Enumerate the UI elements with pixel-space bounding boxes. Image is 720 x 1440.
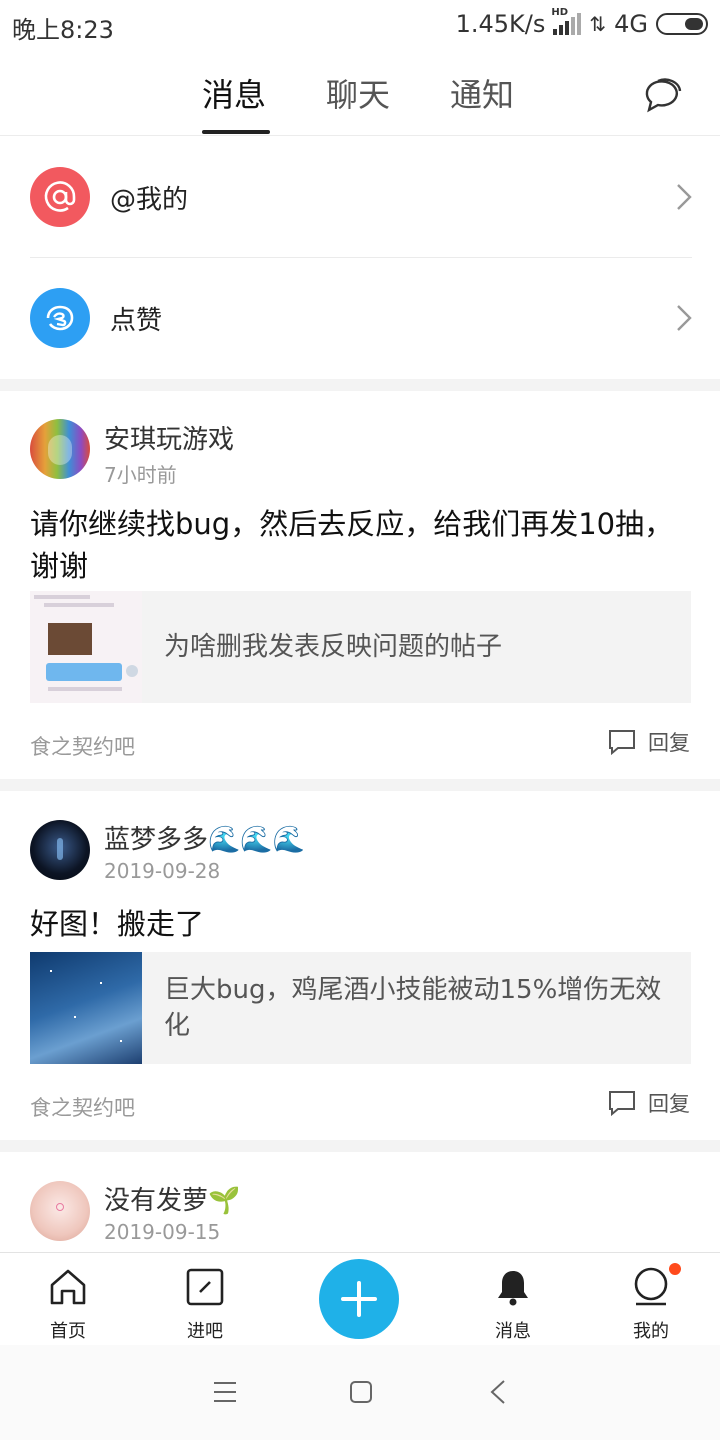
quoted-post[interactable]: 巨大bug，鸡尾酒小技能被动15%增伤无效化 [30,952,691,1064]
reply-button[interactable]: 回复 [608,1088,690,1118]
nav-messages[interactable]: 消息 [463,1267,563,1343]
reply-label: 回复 [648,1092,690,1116]
avatar[interactable] [30,419,90,479]
bell-icon [498,1271,528,1306]
forum-name[interactable]: 食之契约吧 [30,1092,135,1122]
post-thumbnail [30,591,142,703]
comment-text: 请你继续找bug，然后去反应，给我们再发10抽，谢谢 [30,507,674,583]
profile-icon [634,1267,668,1306]
tab-messages[interactable]: 消息 [202,70,266,116]
at-icon [30,167,90,227]
nav-profile[interactable]: 我的 [601,1263,701,1343]
section-gap [0,1140,720,1152]
post-button[interactable] [319,1259,399,1339]
quoted-post-title: 为啥删我发表反映问题的帖子 [164,632,503,662]
avatar[interactable] [30,820,90,880]
post-time: 2019-09-28 [104,859,221,883]
author-name[interactable]: 安琪玩游戏 [104,419,234,456]
nav-messages-label: 消息 [495,1321,531,1342]
message-tabs: 消息 聊天 通知 [0,52,720,136]
hd-signal-icon: HD [551,7,582,35]
thumbs-up-icon [30,288,90,348]
back-icon[interactable] [490,1379,506,1405]
status-time: 晚上8:23 [12,16,114,44]
chevron-right-icon [677,184,692,210]
comment-text: 好图！搬走了 [30,907,205,941]
system-nav-bar [0,1345,720,1440]
battery-icon [656,13,708,35]
mentions-entry[interactable]: @我的 [0,137,720,257]
post-thumbnail [30,952,142,1064]
post-time: 2019-09-15 [104,1220,221,1244]
author-name[interactable]: 蓝梦多多🌊🌊🌊 [104,819,305,856]
hd-label: HD [551,7,569,18]
author-name[interactable]: 没有发萝🌱 [104,1180,240,1217]
chat-bubbles-icon[interactable] [640,72,684,116]
post-time: 7小时前 [104,463,177,487]
plus-icon [341,1281,377,1317]
likes-entry[interactable]: 点赞 [0,258,720,378]
section-gap [0,379,720,391]
reply-icon [609,730,635,755]
tab-notifications[interactable]: 通知 [450,70,514,116]
active-tab-indicator [202,130,270,134]
notification-badge [669,1263,681,1275]
nav-profile-label: 我的 [633,1321,669,1342]
section-gap [0,779,720,791]
feed-card[interactable]: 蓝梦多多🌊🌊🌊 2019-09-28 好图！搬走了 巨大bug，鸡尾酒小技能被动… [0,791,720,1140]
quoted-post-title: 巨大bug，鸡尾酒小技能被动15%增伤无效化 [164,975,662,1041]
nav-forums[interactable]: 进吧 [155,1267,255,1343]
mentions-label: @我的 [110,185,189,215]
likes-label: 点赞 [110,306,163,336]
reply-label: 回复 [648,731,690,755]
enter-forum-icon [186,1268,224,1306]
quoted-post[interactable]: 为啥删我发表反映问题的帖子 [30,591,691,703]
avatar[interactable] [30,1181,90,1241]
bottom-nav: 首页 进吧 消息 我的 [0,1252,720,1344]
chevron-right-icon [677,305,692,331]
status-indicators: 1.45K/s HD ⇅ 4G [455,7,708,38]
home-square-icon[interactable] [349,1380,373,1404]
data-transfer-icon: ⇅ [589,12,607,36]
forum-name[interactable]: 食之契约吧 [30,731,135,761]
reply-icon [609,1091,635,1116]
nav-home[interactable]: 首页 [18,1267,118,1343]
nav-home-label: 首页 [50,1321,86,1342]
menu-icon[interactable] [213,1381,237,1403]
home-icon [50,1269,86,1305]
nav-forums-label: 进吧 [187,1321,223,1342]
status-bar: 晚上8:23 1.45K/s HD ⇅ 4G [0,0,720,52]
network-speed: 1.45K/s [455,10,546,38]
tab-chat[interactable]: 聊天 [326,70,390,116]
feed-card[interactable]: 没有发萝🌱 2019-09-15 [0,1152,720,1252]
reply-button[interactable]: 回复 [608,727,690,757]
feed-card[interactable]: 安琪玩游戏 7小时前 请你继续找bug，然后去反应，给我们再发10抽，谢谢 为啥… [0,391,720,779]
network-type: 4G [614,10,648,38]
